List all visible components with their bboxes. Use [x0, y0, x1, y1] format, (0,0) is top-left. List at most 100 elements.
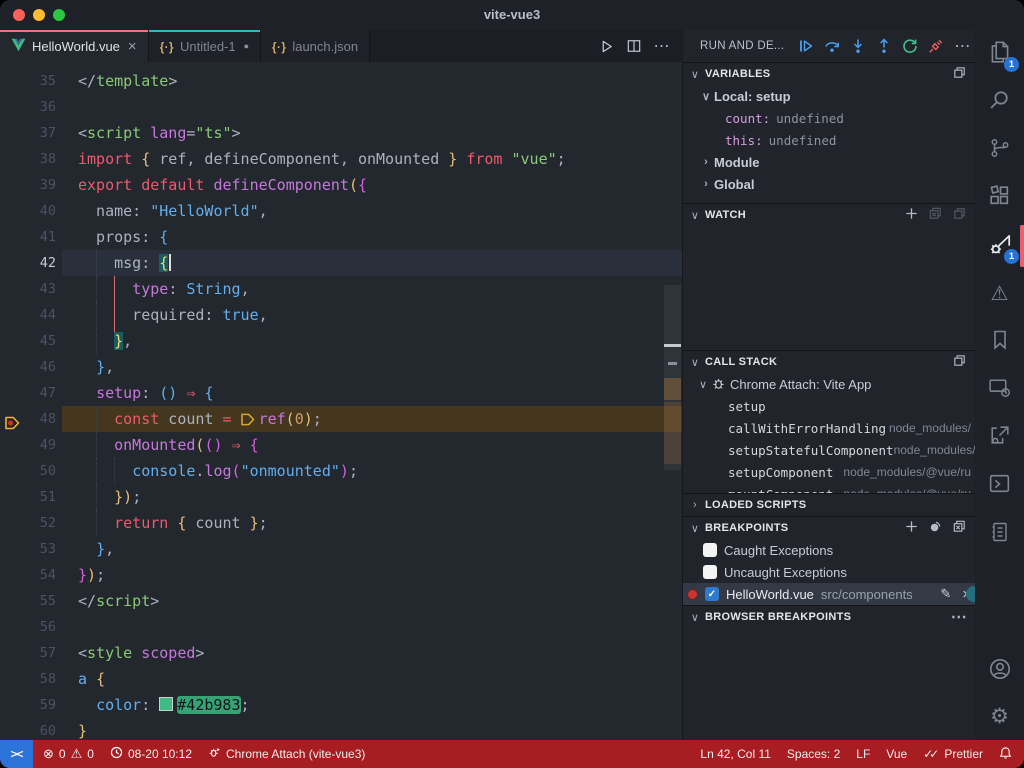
split-editor-icon[interactable]	[627, 39, 641, 53]
formatter[interactable]: ✓✓ Prettier	[923, 747, 983, 761]
tab-helloworld-vue[interactable]: HelloWorld.vue ×	[0, 30, 149, 62]
more-icon[interactable]: ⋯	[954, 36, 970, 56]
notifications-bell[interactable]	[999, 746, 1012, 763]
variable-this[interactable]: this: undefined	[683, 129, 975, 151]
inline-breakpoint-icon[interactable]	[240, 410, 259, 428]
code-line-52[interactable]: 52 return { count };	[0, 510, 683, 536]
clock-status[interactable]: 08-20 10:12	[110, 746, 192, 762]
code-line-51[interactable]: 51 });	[0, 484, 683, 510]
section-header-browser-breakpoints[interactable]: ∨ BROWSER BREAKPOINTS ⋯	[683, 606, 975, 628]
activity-bookmarks[interactable]	[975, 318, 1024, 366]
activity-live-preview[interactable]	[975, 366, 1024, 414]
code-line-48[interactable]: 48 const count = ref(0);	[0, 406, 683, 432]
eol[interactable]: LF	[856, 747, 870, 761]
variable-count[interactable]: count: undefined	[683, 107, 975, 129]
copy-icon[interactable]	[952, 206, 967, 224]
code-line-59[interactable]: 59 color: #42b983;	[0, 692, 683, 718]
checkbox[interactable]	[703, 543, 717, 557]
line-content: type: String,	[132, 280, 250, 298]
activity-settings[interactable]: ⚙	[975, 694, 1024, 740]
add-icon[interactable]	[904, 519, 919, 537]
close-icon[interactable]: ×	[128, 38, 137, 55]
breakpoint-uncaught-exceptions[interactable]: Uncaught Exceptions	[683, 561, 975, 583]
activity-explorer[interactable]: 1	[975, 30, 1024, 78]
section-header-breakpoints[interactable]: ∨ BREAKPOINTS	[683, 517, 975, 539]
indentation[interactable]: Spaces: 2	[787, 747, 840, 761]
problems-status[interactable]: ⊗ 0 ⚠ 0	[43, 746, 94, 762]
code-line-40[interactable]: 40 name: "HelloWorld",	[0, 198, 683, 224]
cursor-position[interactable]: Ln 42, Col 11	[700, 747, 771, 761]
code-line-46[interactable]: 46 },	[0, 354, 683, 380]
remove-all-icon[interactable]	[952, 519, 967, 537]
code-line-56[interactable]: 56	[0, 614, 683, 640]
activity-run-and-debug[interactable]: 1	[975, 222, 1024, 270]
language-mode[interactable]: Vue	[886, 747, 907, 761]
section-header-call-stack[interactable]: ∨ CALL STACK	[683, 351, 975, 373]
checkbox[interactable]	[703, 565, 717, 579]
debug-step-over-icon[interactable]	[824, 38, 840, 54]
code-line-45[interactable]: 45 },	[0, 328, 683, 354]
stack-frame-callwitherrorhandling[interactable]: callWithErrorHandling node_modules/	[683, 417, 975, 439]
code-line-43[interactable]: 43 type: String,	[0, 276, 683, 302]
code-line-49[interactable]: 49 onMounted(() ⇒ {	[0, 432, 683, 458]
stack-frame-mountcomponent[interactable]: mountComponentnode_modules/@vue/ru	[683, 483, 975, 494]
deactivate-icon[interactable]	[928, 519, 943, 537]
tab-untitled-1[interactable]: {·} Untitled-1 ●	[148, 30, 262, 62]
debug-session-status[interactable]: Chrome Attach (vite-vue3)	[208, 746, 365, 762]
activity-terminal[interactable]	[975, 462, 1024, 510]
code-line-54[interactable]: 54});	[0, 562, 683, 588]
code-editor[interactable]: 34 </div>35</template>3637<script lang="…	[0, 62, 683, 740]
section-header-loaded-scripts[interactable]: › LOADED SCRIPTS	[683, 494, 975, 516]
activity-problems-warning[interactable]: ⚠	[975, 270, 1024, 318]
debug-restart-icon[interactable]	[902, 38, 918, 54]
section-header-watch[interactable]: ∨ WATCH	[683, 204, 975, 226]
more-icon[interactable]: ⋯	[951, 607, 967, 627]
stack-frame-setupstatefulcomponent[interactable]: setupStatefulComponent node_modules/	[683, 439, 975, 461]
activity-debug-alt[interactable]	[975, 414, 1024, 462]
activity-notebook[interactable]	[975, 510, 1024, 558]
activity-source-control[interactable]	[975, 126, 1024, 174]
tab-launch-json[interactable]: {·} launch.json	[261, 30, 371, 62]
code-line-39[interactable]: 39 export default defineComponent({	[0, 172, 683, 198]
edit-icon[interactable]: ✎	[940, 586, 951, 602]
code-line-47[interactable]: 47 setup: () ⇒ {	[0, 380, 683, 406]
variable-scope-global[interactable]: › Global	[683, 173, 975, 195]
activity-account[interactable]	[975, 648, 1024, 694]
code-line-53[interactable]: 53 },	[0, 536, 683, 562]
run-icon[interactable]	[599, 39, 614, 54]
add-icon[interactable]	[904, 206, 919, 224]
remote-indicator[interactable]: ><	[0, 740, 33, 768]
code-line-58[interactable]: 58 a {	[0, 666, 683, 692]
remove-all-icon[interactable]	[928, 206, 943, 224]
copy-icon[interactable]	[952, 353, 967, 371]
stack-frame-setup[interactable]: setup	[683, 395, 975, 417]
code-line-41[interactable]: 41 props: {	[0, 224, 683, 250]
code-line-35[interactable]: 35 </template>	[0, 68, 683, 94]
more-icon[interactable]: ⋯	[654, 36, 670, 56]
debug-session-row[interactable]: ∨ Chrome Attach: Vite App	[683, 373, 975, 395]
code-line-57[interactable]: 57 <style scoped>	[0, 640, 683, 666]
breakpoint-caught-exceptions[interactable]: Caught Exceptions	[683, 539, 975, 561]
breakpoint-helloworld-vue[interactable]: ✓HelloWorld.vuesrc/components✎×	[683, 583, 975, 605]
activity-extensions[interactable]	[975, 174, 1024, 222]
code-line-44[interactable]: 44 required: true,	[0, 302, 683, 328]
code-line-50[interactable]: 50 console.log("onmounted");	[0, 458, 683, 484]
debug-step-out-icon[interactable]	[876, 38, 892, 54]
line-number: 53	[39, 541, 56, 557]
code-line-38[interactable]: 38 import { ref, defineComponent, onMount…	[0, 146, 683, 172]
debug-step-into-icon[interactable]	[850, 38, 866, 54]
code-line-42[interactable]: 42 msg: {	[0, 250, 683, 276]
debug-disconnect-icon[interactable]	[928, 38, 944, 54]
code-line-37[interactable]: 37 <script lang="ts">	[0, 120, 683, 146]
code-line-55[interactable]: 55 </script>	[0, 588, 683, 614]
variable-scope-local-setup[interactable]: ∨ Local: setup	[683, 85, 975, 107]
copy-icon[interactable]	[952, 65, 967, 83]
code-line-36[interactable]: 36	[0, 94, 683, 120]
debug-continue-icon[interactable]	[798, 38, 814, 54]
activity-search[interactable]	[975, 78, 1024, 126]
variable-scope-module[interactable]: › Module	[683, 151, 975, 173]
checkbox[interactable]: ✓	[705, 587, 719, 601]
section-header-variables[interactable]: ∨ VARIABLES	[683, 63, 975, 85]
code-line-60[interactable]: 60}	[0, 718, 683, 740]
stack-frame-setupcomponent[interactable]: setupComponent node_modules/@vue/ru	[683, 461, 975, 483]
